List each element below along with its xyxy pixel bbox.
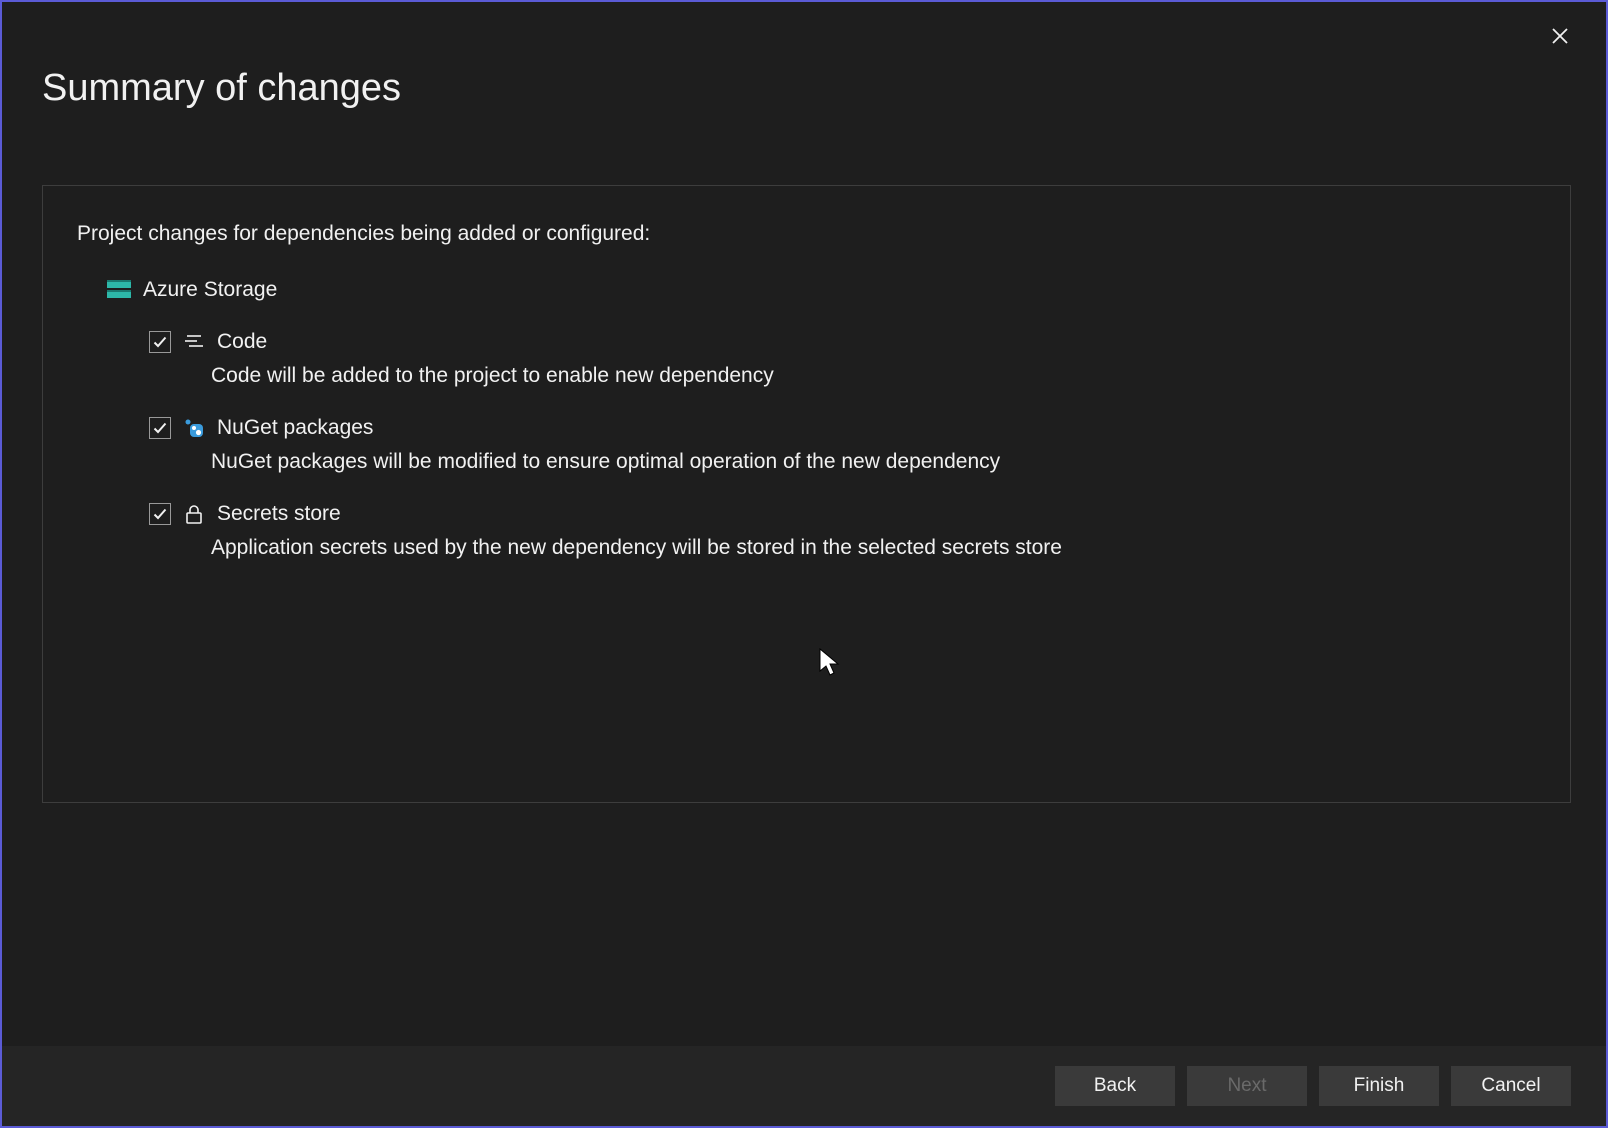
checkbox-secrets[interactable] [149,503,171,525]
azure-storage-icon [107,280,131,300]
change-description: Application secrets used by the new depe… [211,536,1536,560]
cancel-button[interactable]: Cancel [1451,1066,1571,1106]
close-icon [1551,27,1569,50]
change-item-secrets: Secrets store Application secrets used b… [149,502,1536,560]
lock-icon [183,503,205,525]
change-description: NuGet packages will be modified to ensur… [211,450,1536,474]
next-button: Next [1187,1066,1307,1106]
back-button[interactable]: Back [1055,1066,1175,1106]
page-title: Summary of changes [42,67,401,110]
change-title: NuGet packages [217,416,373,440]
service-row: Azure Storage [107,278,1536,302]
service-name: Azure Storage [143,278,277,302]
checkbox-nuget[interactable] [149,417,171,439]
intro-text: Project changes for dependencies being a… [77,222,1536,246]
close-button[interactable] [1542,20,1578,56]
change-title: Code [217,330,267,354]
code-icon [183,331,205,353]
change-item-nuget: NuGet packages NuGet packages will be mo… [149,416,1536,474]
footer: Back Next Finish Cancel [2,1046,1606,1126]
nuget-icon [183,417,205,439]
checkbox-code[interactable] [149,331,171,353]
finish-button[interactable]: Finish [1319,1066,1439,1106]
change-item-code: Code Code will be added to the project t… [149,330,1536,388]
change-description: Code will be added to the project to ena… [211,364,1536,388]
change-title: Secrets store [217,502,341,526]
content-panel: Project changes for dependencies being a… [42,185,1571,803]
